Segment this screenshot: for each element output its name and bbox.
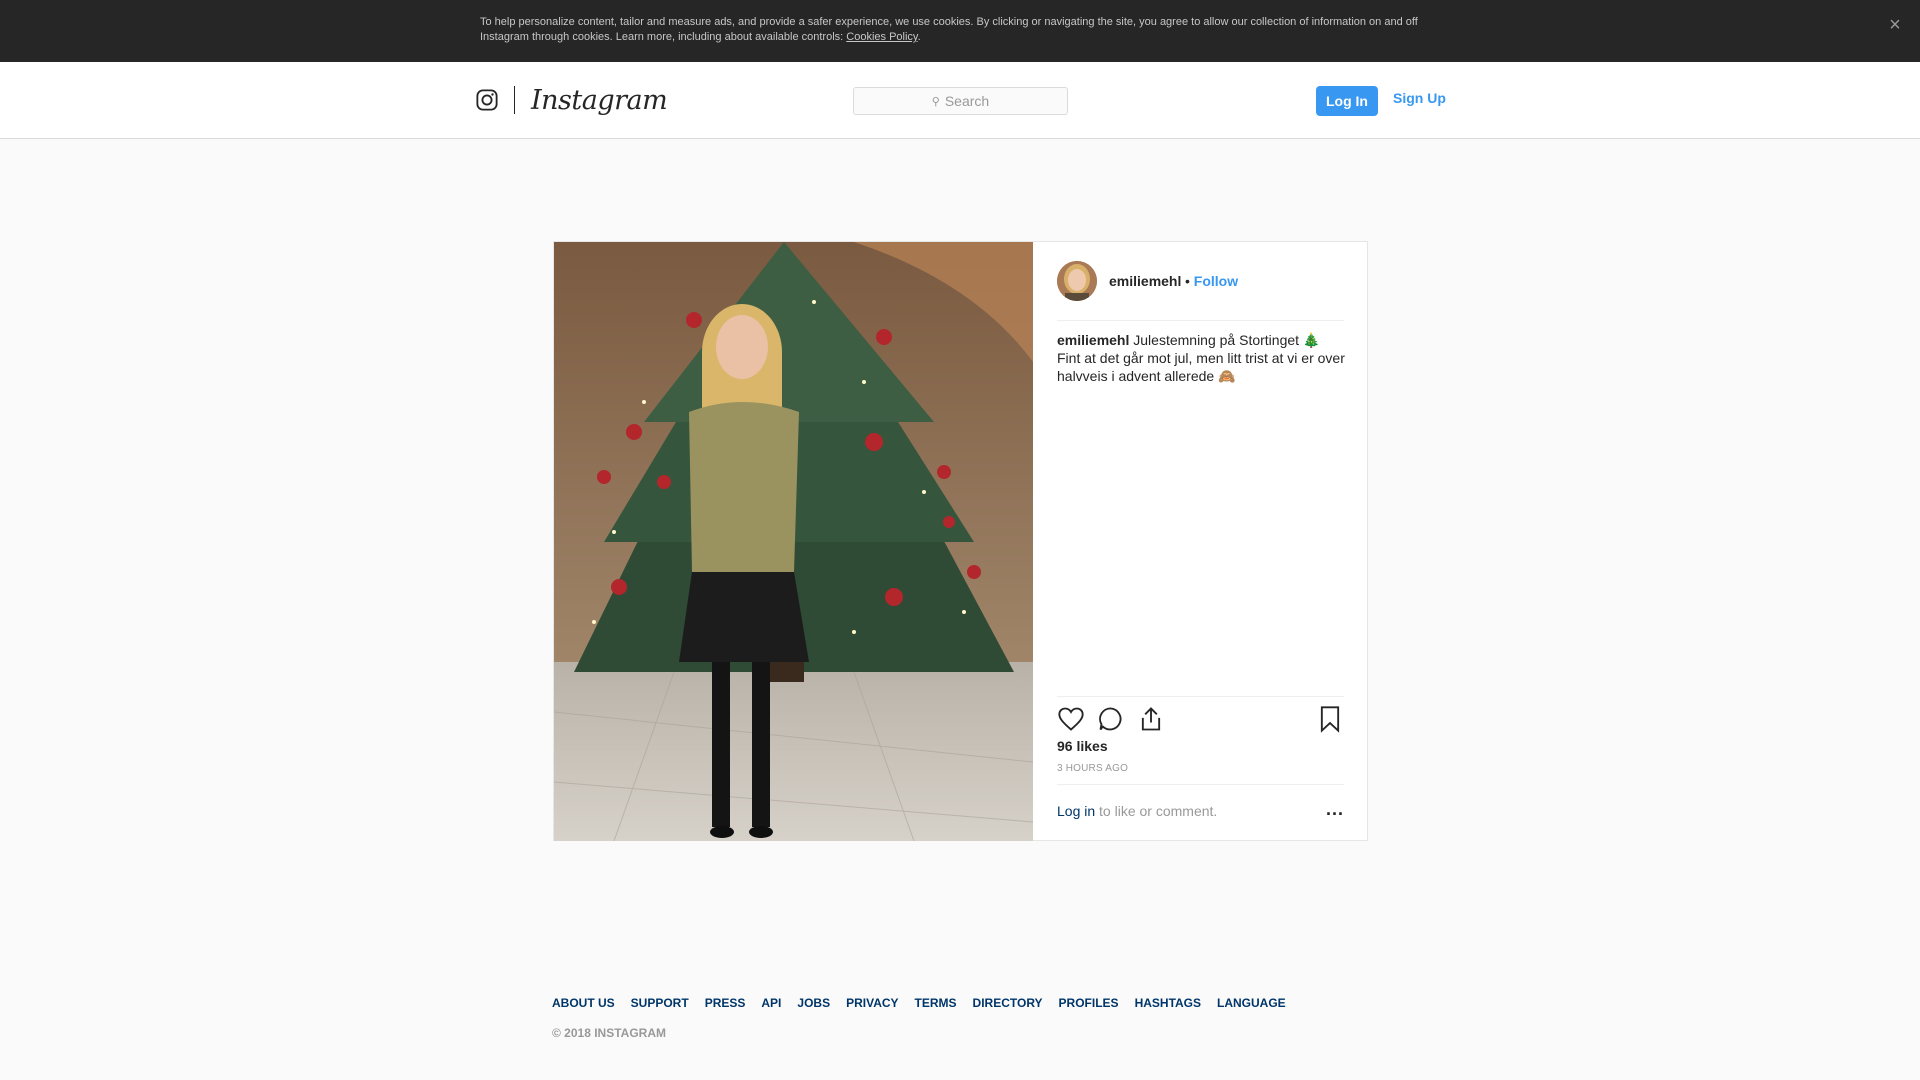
footer-link-profiles[interactable]: PROFILES [1059,996,1119,1010]
log-in-link[interactable]: Log in [1057,803,1095,819]
likes-count[interactable]: 96 likes [1057,738,1108,754]
close-icon[interactable]: × [1884,14,1906,36]
search-placeholder: Search [944,93,990,109]
cookie-banner: To help personalize content, tailor and … [0,0,1920,62]
comment-prompt-text: to like or comment. [1095,803,1218,819]
instagram-wordmark: Instagram [531,84,668,116]
footer-link-hashtags[interactable]: HASHTAGS [1135,996,1201,1010]
separator: • [1185,273,1194,289]
comment-row: Log in to like or comment. ... [1057,784,1344,840]
copyright: © 2018 INSTAGRAM [552,1026,666,1040]
footer-link-support[interactable]: SUPPORT [631,996,689,1010]
more-options-button[interactable]: ... [1326,799,1344,820]
post-photo-image [554,242,1033,841]
footer-link-privacy[interactable]: PRIVACY [846,996,898,1010]
logo-divider [514,86,515,114]
bookmark-icon[interactable] [1316,705,1344,733]
cookie-trailing: . [917,31,921,43]
caption-username[interactable]: emiliemehl [1057,332,1129,348]
comment-icon[interactable] [1097,705,1125,733]
sign-up-link[interactable]: Sign Up [1393,90,1446,106]
follow-button[interactable]: Follow [1194,273,1238,289]
follow-group: • Follow [1185,273,1238,289]
footer-link-terms[interactable]: TERMS [915,996,957,1010]
post-header: emiliemehl • Follow [1057,261,1344,321]
post-details: emiliemehl • Follow emiliemehl Julestemn… [1033,242,1368,841]
cookies-policy-link[interactable]: Cookies Policy [846,31,917,43]
post-timestamp: 3 HOURS AGO [1057,763,1129,774]
instagram-glyph-icon [476,89,498,111]
footer-link-about-us[interactable]: ABOUT US [552,996,615,1010]
action-bar [1057,696,1344,736]
footer-nav: ABOUT US SUPPORT PRESS API JOBS PRIVACY … [552,996,1302,1010]
post-card: emiliemehl • Follow emiliemehl Julestemn… [553,241,1368,841]
search-input[interactable]: ⚲ Search [853,87,1068,115]
footer-link-language[interactable]: LANGUAGE [1217,996,1286,1010]
post-username[interactable]: emiliemehl [1109,273,1181,289]
post-photo[interactable] [554,242,1033,841]
cookie-message: To help personalize content, tailor and … [480,16,1418,43]
top-navigation: Instagram ⚲ Search Log In Sign Up [0,62,1920,139]
cookie-banner-text: To help personalize content, tailor and … [480,15,1420,45]
search-icon: ⚲ [931,95,940,108]
share-icon[interactable] [1137,705,1165,733]
comment-prompt: Log in to like or comment. [1057,803,1217,819]
footer-link-directory[interactable]: DIRECTORY [973,996,1043,1010]
avatar[interactable] [1057,261,1097,301]
logo[interactable]: Instagram [476,80,668,120]
post-caption: emiliemehl Julestemning på Stortinget 🎄 … [1057,331,1347,385]
footer-link-jobs[interactable]: JOBS [797,996,830,1010]
log-in-button[interactable]: Log In [1316,86,1378,116]
heart-icon[interactable] [1057,705,1085,733]
footer-link-press[interactable]: PRESS [705,996,746,1010]
avatar-image [1057,261,1097,301]
footer-link-api[interactable]: API [761,996,781,1010]
